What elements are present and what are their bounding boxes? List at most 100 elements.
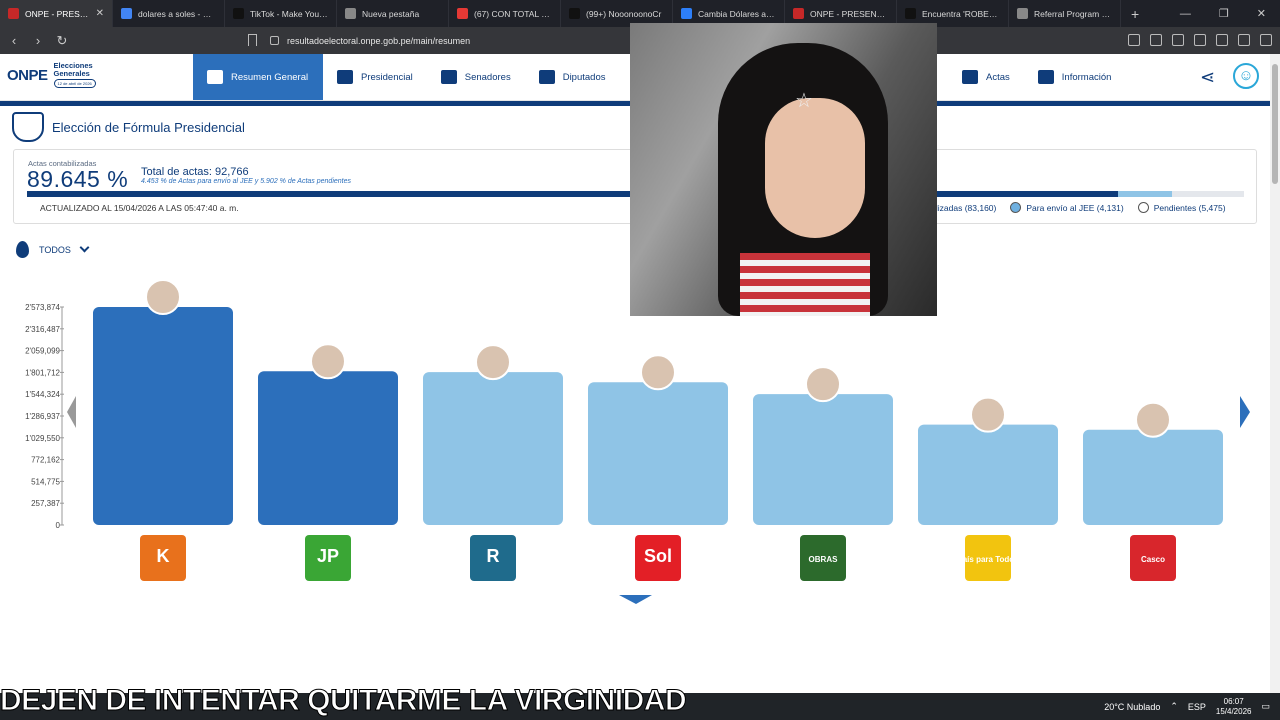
progress-legend: ilizadas (83,160) Para envío al JEE (4,1… <box>934 202 1226 213</box>
tab-favicon-icon <box>569 8 580 19</box>
menu-informacion[interactable]: Información <box>1024 54 1126 100</box>
menu-presidencial[interactable]: Presidencial <box>323 54 427 100</box>
language-indicator[interactable]: ESP <box>1188 702 1206 712</box>
clock[interactable]: 06:07 15/4/2026 <box>1216 697 1252 717</box>
share-icon[interactable]: ⋖ <box>1200 67 1215 88</box>
new-tab-icon[interactable]: + <box>1121 6 1149 22</box>
tab-label: Encuentra 'ROBERTO <box>922 8 1000 19</box>
minimize-icon[interactable]: — <box>1180 8 1191 20</box>
y-tick-label: 2'573,874 <box>25 303 60 312</box>
browser-tab[interactable]: Referral Program | By <box>1009 0 1121 27</box>
close-tab-icon[interactable]: ✕ <box>96 8 104 19</box>
wallet-icon[interactable] <box>1216 34 1228 46</box>
actas-breakdown: 4.453 % de Actas para envío al JEE y 5.9… <box>141 178 352 185</box>
bookmark-icon[interactable] <box>248 34 257 46</box>
chart-prev-arrow-icon[interactable] <box>67 396 76 428</box>
back-icon[interactable]: ‹ <box>4 33 24 48</box>
result-bar[interactable] <box>258 371 398 525</box>
tab-favicon-icon <box>1017 8 1028 19</box>
sidebar-icon[interactable] <box>1194 34 1206 46</box>
forward-icon[interactable]: › <box>28 33 48 48</box>
browser-tab[interactable]: ONPE - PRESENTA ✕ <box>0 0 113 27</box>
coat-of-arms-icon <box>12 112 44 142</box>
congress-icon <box>538 70 555 84</box>
browser-tab[interactable]: dolares a soles - Busc <box>113 0 225 27</box>
radio-icon <box>1010 202 1022 213</box>
result-bar[interactable] <box>93 307 233 525</box>
menu-icon[interactable] <box>1260 34 1272 46</box>
page-title: Elección de Fórmula Presidencial <box>52 119 245 135</box>
filter-label: TODOS <box>39 244 71 255</box>
total-actas: Total de actas: 92,766 <box>141 166 249 178</box>
extension-icon[interactable] <box>1128 34 1140 46</box>
location-pin-icon <box>16 241 29 258</box>
system-tray: 20°C Nublado ⌃ ESP 06:07 15/4/2026 ▭ <box>1104 693 1270 720</box>
y-tick-label: 1'029,550 <box>25 434 60 443</box>
region-filter[interactable]: TODOS <box>16 241 90 258</box>
star-clip-icon: ☆ <box>795 90 813 112</box>
expand-down-arrow-icon[interactable] <box>619 595 652 604</box>
menu-senadores[interactable]: Senadores <box>427 54 525 100</box>
menu-resumen-general[interactable]: Resumen General <box>193 54 323 100</box>
webcam-person-face <box>765 98 865 238</box>
stream-caption: DEJEN DE INTENTAR QUITARME LA VIRGINIDAD <box>0 684 687 718</box>
result-bar[interactable] <box>1083 429 1223 525</box>
legend-label: Para envío al JEE (4,131) <box>1026 202 1124 213</box>
result-bar[interactable] <box>588 382 728 525</box>
tray-arrow-icon[interactable]: ⌃ <box>1170 701 1178 712</box>
tab-label: Referral Program | By <box>1034 8 1112 19</box>
tab-label: ONPE - PRESENTA <box>25 8 90 19</box>
candidate-photo <box>805 366 841 403</box>
tab-label: (67) CON TOTAL LOCU <box>474 8 552 19</box>
radio-icon <box>1137 202 1149 213</box>
logo-word: ONPE <box>7 66 48 84</box>
results-bar-chart: 2'573,874 2'316,487 2'059,099 1'801,712 1'54… <box>25 279 1250 604</box>
extension-icons <box>1128 34 1272 46</box>
tab-favicon-icon <box>457 8 468 19</box>
tab-label: ONPE - PRESENTACIÓ <box>810 8 888 19</box>
result-bar[interactable] <box>423 372 563 525</box>
dashboard-icon <box>207 70 223 84</box>
close-icon[interactable]: ✕ <box>1257 7 1266 20</box>
browser-tab[interactable]: Nueva pestaña <box>337 0 449 27</box>
result-bar[interactable] <box>918 424 1058 525</box>
music-icon[interactable] <box>1172 34 1184 46</box>
menu-label: Diputados <box>562 71 606 83</box>
menu-label: Senadores <box>464 71 511 83</box>
restore-icon[interactable]: ❐ <box>1219 7 1229 20</box>
info-document-icon <box>1037 70 1054 84</box>
webcam-person-shirt <box>740 253 870 316</box>
legend-jee[interactable]: Para envío al JEE (4,131) <box>1010 202 1124 213</box>
legend-counted: ilizadas (83,160) <box>934 203 996 213</box>
chevron-down-icon <box>79 242 90 253</box>
screenshot-icon[interactable] <box>1150 34 1162 46</box>
browser-tab[interactable]: (67) CON TOTAL LOCU <box>449 0 561 27</box>
legend-pending[interactable]: Pendientes (5,475) <box>1137 202 1226 213</box>
url-text: resultadoelectoral.onpe.gob.pe/main/resu… <box>287 35 471 46</box>
result-bar[interactable] <box>753 394 893 525</box>
page-scrollbar[interactable] <box>1270 54 1280 693</box>
candidate-photo <box>1135 401 1171 438</box>
onpe-logo[interactable]: ONPE Elecciones Generales 12 de abril de… <box>7 62 96 88</box>
vpn-icon[interactable] <box>1238 34 1250 46</box>
menu-diputados[interactable]: Diputados <box>525 54 620 100</box>
tab-favicon-icon <box>905 8 916 19</box>
menu-label: Presidencial <box>361 71 413 83</box>
y-tick-label: 514,775 <box>31 477 60 486</box>
weather-widget[interactable]: 20°C Nublado <box>1104 702 1160 712</box>
browser-tab[interactable]: TikTok - Make Your D <box>225 0 337 27</box>
chart-next-arrow-icon[interactable] <box>1240 396 1250 428</box>
party-logo-text: R <box>487 546 500 566</box>
accessibility-icon[interactable]: ☺ <box>1233 63 1259 89</box>
candidate-photo <box>640 354 676 391</box>
notification-icon[interactable]: ▭ <box>1261 701 1270 712</box>
url-field[interactable]: resultadoelectoral.onpe.gob.pe/main/resu… <box>270 32 470 49</box>
tab-favicon-icon <box>8 8 19 19</box>
site-info-icon[interactable] <box>270 36 279 45</box>
scrollbar-thumb[interactable] <box>1272 64 1278 184</box>
window-controls: — ❐ ✕ <box>1180 0 1280 27</box>
menu-actas[interactable]: Actas <box>948 54 1024 100</box>
reload-icon[interactable]: ↻ <box>52 33 72 49</box>
party-logo-text: Sol <box>644 546 672 566</box>
actas-percent: 89.645 % <box>27 166 129 192</box>
